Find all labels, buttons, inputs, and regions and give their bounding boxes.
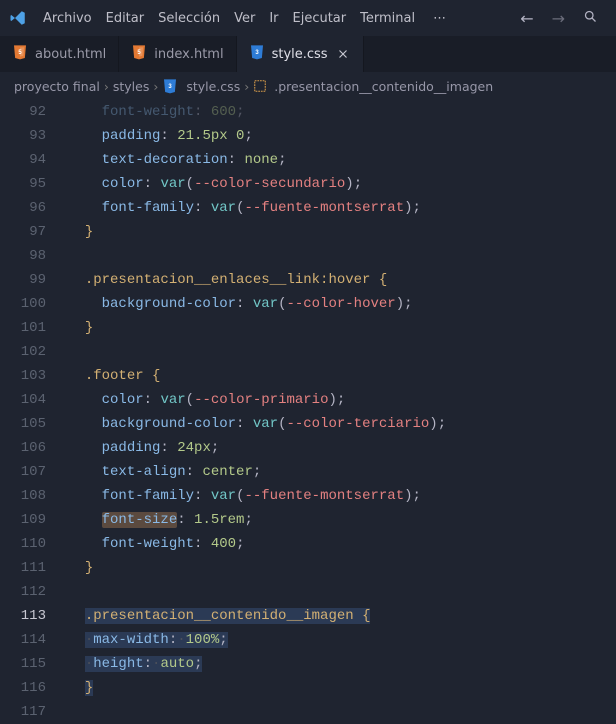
menu-item-ver[interactable]: Ver (227, 7, 262, 30)
breadcrumb-part[interactable]: proyecto final (14, 79, 100, 94)
tab-label: about.html (35, 47, 106, 62)
code-line[interactable]: font-family: var(--fuente-montserrat); (68, 484, 616, 508)
code-line[interactable]: padding: 24px; (68, 436, 616, 460)
chevron-right-icon: › (244, 79, 249, 94)
code-line[interactable]: text-decoration: none; (68, 148, 616, 172)
code-line[interactable]: font-weight: 600; (68, 100, 616, 124)
line-number: 116 (0, 676, 46, 700)
gutter: 9293949596979899100101102103104105106107… (0, 100, 68, 724)
breadcrumb-part[interactable]: .presentacion__contenido__imagen (274, 79, 493, 94)
code-line[interactable]: .footer { (68, 364, 616, 388)
tab-label: style.css (272, 47, 328, 62)
menu-item-archivo[interactable]: Archivo (36, 7, 99, 30)
line-number: 114 (0, 628, 46, 652)
code-line[interactable]: font-family: var(--fuente-montserrat); (68, 196, 616, 220)
code-line[interactable] (68, 244, 616, 268)
tab-bar: 5 about.html 5 index.html 3 style.css (0, 36, 616, 72)
code-line[interactable]: } (68, 316, 616, 340)
line-number: 112 (0, 580, 46, 604)
search-icon[interactable] (583, 9, 598, 28)
title-bar: ArchivoEditarSelecciónVerIrEjecutarTermi… (0, 0, 616, 36)
line-number: 100 (0, 292, 46, 316)
line-number: 99 (0, 268, 46, 292)
line-number: 95 (0, 172, 46, 196)
html-file-icon: 5 (12, 44, 28, 64)
code-line[interactable]: background-color: var(--color-terciario)… (68, 412, 616, 436)
code-line[interactable]: color: var(--color-primario); (68, 388, 616, 412)
menu-bar: ArchivoEditarSelecciónVerIrEjecutarTermi… (36, 7, 422, 30)
line-number: 117 (0, 700, 46, 724)
line-number: 113 (0, 604, 46, 628)
line-number: 109 (0, 508, 46, 532)
code-line[interactable]: color: var(--color-secundario); (68, 172, 616, 196)
nav-back-icon[interactable]: ← (520, 9, 533, 28)
chevron-right-icon: › (104, 79, 109, 94)
code-line[interactable]: ·height:·auto; (68, 652, 616, 676)
line-number: 102 (0, 340, 46, 364)
tab-label: index.html (154, 47, 223, 62)
code-line[interactable] (68, 700, 616, 724)
symbol-icon (253, 79, 267, 93)
line-number: 107 (0, 460, 46, 484)
code-line[interactable] (68, 580, 616, 604)
code-line[interactable]: background-color: var(--color-hover); (68, 292, 616, 316)
code-line[interactable]: } (68, 220, 616, 244)
menu-item-editar[interactable]: Editar (99, 7, 152, 30)
menu-item-selección[interactable]: Selección (151, 7, 227, 30)
line-number: 93 (0, 124, 46, 148)
line-number: 111 (0, 556, 46, 580)
line-number: 94 (0, 148, 46, 172)
line-number: 105 (0, 412, 46, 436)
html-file-icon: 5 (131, 44, 147, 64)
menu-overflow-icon[interactable]: ⋯ (426, 7, 455, 30)
code-line[interactable] (68, 340, 616, 364)
line-number: 104 (0, 388, 46, 412)
tab-about-html[interactable]: 5 about.html (0, 36, 119, 72)
line-number: 106 (0, 436, 46, 460)
code-line[interactable]: .presentacion__enlaces__link:hover { (68, 268, 616, 292)
line-number: 108 (0, 484, 46, 508)
tab-index-html[interactable]: 5 index.html (119, 36, 236, 72)
code-line[interactable]: text-align: center; (68, 460, 616, 484)
chevron-right-icon: › (153, 79, 158, 94)
code-line[interactable]: } (68, 556, 616, 580)
code-line[interactable]: } (68, 676, 616, 700)
code-line[interactable]: padding: 21.5px 0; (68, 124, 616, 148)
code-line[interactable]: font-size: 1.5rem; (68, 508, 616, 532)
breadcrumb-part[interactable]: style.css (186, 79, 240, 94)
line-number: 103 (0, 364, 46, 388)
line-number: 96 (0, 196, 46, 220)
nav-forward-icon[interactable]: → (552, 9, 565, 28)
line-number: 110 (0, 532, 46, 556)
line-number: 92 (0, 100, 46, 124)
code-line[interactable]: font-weight: 400; (68, 532, 616, 556)
code-line[interactable]: ·max-width:·100%; (68, 628, 616, 652)
code-line[interactable]: .presentacion__contenido__imagen { (68, 604, 616, 628)
line-number: 98 (0, 244, 46, 268)
tab-style-css[interactable]: 3 style.css (237, 36, 364, 72)
code-editor[interactable]: 9293949596979899100101102103104105106107… (0, 100, 616, 724)
breadcrumb-part[interactable]: styles (113, 79, 150, 94)
css-file-icon: 3 (249, 44, 265, 64)
line-number: 97 (0, 220, 46, 244)
title-nav: ← → (520, 9, 608, 28)
line-number: 115 (0, 652, 46, 676)
breadcrumb[interactable]: proyecto final › styles › 3 style.css › .… (0, 72, 616, 100)
code-area[interactable]: font-weight: 600; padding: 21.5px 0; tex… (68, 100, 616, 724)
close-icon[interactable] (335, 46, 351, 62)
menu-item-ir[interactable]: Ir (262, 7, 285, 30)
vscode-logo-icon (8, 8, 28, 28)
menu-item-ejecutar[interactable]: Ejecutar (286, 7, 354, 30)
line-number: 101 (0, 316, 46, 340)
css-file-icon: 3 (162, 78, 178, 94)
menu-item-terminal[interactable]: Terminal (353, 7, 422, 30)
